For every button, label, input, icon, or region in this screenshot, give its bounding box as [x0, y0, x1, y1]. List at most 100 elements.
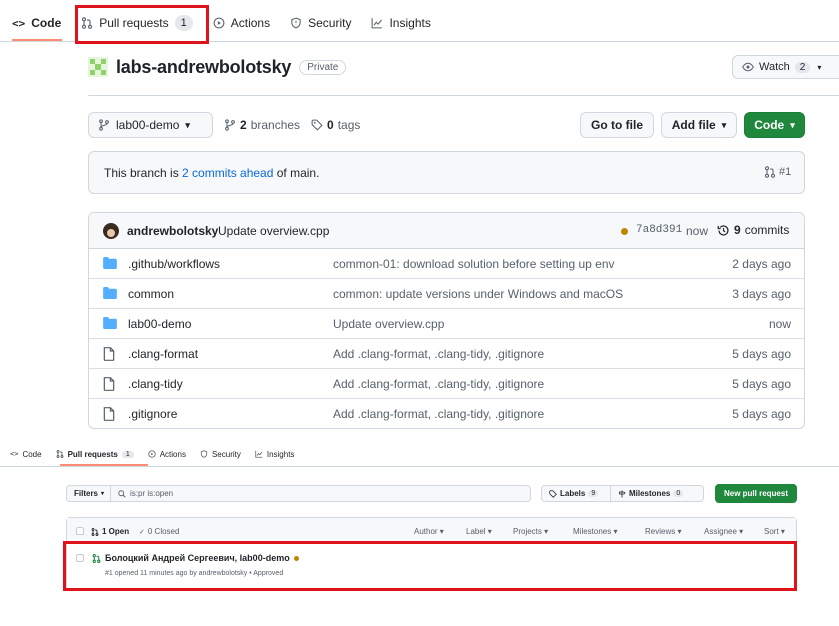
branch-name: lab00-demo	[116, 118, 180, 132]
chevron-down-icon: ▾	[817, 62, 822, 72]
filters-button[interactable]: Filters ▾	[66, 485, 111, 502]
play-icon	[148, 450, 156, 458]
shield-icon	[290, 17, 302, 29]
code-icon: <>	[12, 16, 26, 30]
add-file-button[interactable]: Add file ▾	[661, 112, 737, 138]
file-commit-message[interactable]: Add .clang-format, .clang-tidy, .gitigno…	[333, 407, 544, 421]
file-icon	[103, 377, 115, 391]
file-commit-message[interactable]: common-01: download solution before sett…	[333, 257, 615, 271]
tag-icon	[311, 119, 323, 131]
branch-select-button[interactable]: lab00-demo ▾	[88, 112, 213, 138]
file-commit-message[interactable]: Add .clang-format, .clang-tidy, .gitigno…	[333, 377, 544, 391]
file-icon	[103, 347, 115, 361]
add-file-label: Add file	[671, 118, 716, 132]
milestones-button[interactable]: Milestones 0	[611, 485, 704, 502]
file-row[interactable]: .clang-tidy Add .clang-format, .clang-ti…	[89, 369, 804, 399]
label-filter[interactable]: Label ▾	[466, 527, 492, 536]
tab-code[interactable]: <> Code	[0, 450, 49, 459]
file-commit-message[interactable]: Add .clang-format, .clang-tidy, .gitigno…	[333, 347, 544, 361]
file-commit-message[interactable]: common: update versions under Windows an…	[333, 287, 623, 301]
file-browser: andrewbolotsky Update overview.cpp 7a8d3…	[88, 212, 805, 429]
go-to-file-button[interactable]: Go to file	[580, 112, 654, 138]
tab-insights[interactable]: Insights	[248, 450, 302, 459]
chevron-down-icon: ▾	[721, 119, 727, 130]
tab-insights[interactable]: Insights	[361, 6, 440, 40]
commits-count: 9	[734, 223, 741, 237]
pending-status-dot[interactable]	[621, 228, 628, 235]
shield-icon	[200, 450, 208, 458]
projects-filter[interactable]: Projects ▾	[513, 527, 548, 536]
file-icon	[103, 407, 115, 421]
tab-actions[interactable]: Actions	[203, 6, 280, 40]
tab-label: Code	[31, 16, 62, 30]
file-row[interactable]: common common: update versions under Win…	[89, 279, 804, 309]
tab-actions[interactable]: Actions	[141, 450, 193, 459]
file-row[interactable]: .gitignore Add .clang-format, .clang-tid…	[89, 399, 804, 428]
branches-link[interactable]: 2 branches	[224, 118, 300, 132]
file-name[interactable]: .clang-tidy	[128, 377, 183, 391]
commit-sha[interactable]: 7a8d391	[636, 224, 682, 236]
git-pull-request-icon	[764, 166, 776, 178]
file-name[interactable]: .github/workflows	[128, 257, 220, 271]
tab-label: Actions	[230, 16, 271, 30]
pr-number: #1	[779, 166, 792, 178]
tab-security[interactable]: Security	[280, 6, 361, 40]
git-branch-icon	[224, 119, 236, 131]
select-all-checkbox[interactable]	[76, 527, 84, 535]
filter-label: Label	[466, 527, 486, 536]
highlight-box-pull-requests-tab	[75, 5, 209, 44]
highlight-box-pull-request	[63, 541, 797, 591]
repo-header: labs-andrewbolotsky Private	[88, 53, 347, 81]
file-row[interactable]: lab00-demo Update overview.cpp now	[89, 309, 804, 339]
file-name[interactable]: .gitignore	[128, 407, 177, 421]
closed-filter[interactable]: ✓ 0 Closed	[139, 527, 179, 536]
milestones-filter[interactable]: Milestones ▾	[573, 527, 618, 536]
labels-label: Labels	[560, 489, 586, 498]
code-button-label: Code	[754, 118, 785, 132]
new-pull-request-button[interactable]: New pull request	[715, 484, 797, 503]
branches-label: branches	[250, 118, 301, 132]
file-name[interactable]: common	[128, 287, 174, 301]
commits-link[interactable]: 9 commits	[717, 223, 789, 237]
file-row[interactable]: .github/workflows common-01: download so…	[89, 249, 804, 279]
tab-pull-requests[interactable]: Pull requests 1	[49, 450, 141, 459]
status-prefix: This branch is	[104, 166, 183, 180]
branch-pr-link[interactable]: #1	[764, 166, 791, 178]
filter-label: Assignee	[704, 527, 737, 536]
sort-filter[interactable]: Sort ▾	[764, 527, 785, 536]
avatar[interactable]	[103, 223, 119, 239]
tags-count: 0	[327, 118, 334, 132]
file-name[interactable]: lab00-demo	[128, 317, 191, 331]
file-name-text: .github/workflows	[128, 257, 221, 271]
status-suffix: of main.	[273, 166, 320, 180]
assignee-filter[interactable]: Assignee ▾	[704, 527, 743, 536]
tab-label: Pull requests	[67, 449, 118, 459]
filter-label: Author	[414, 527, 438, 536]
labels-button[interactable]: Labels 9	[541, 485, 611, 502]
tab-security[interactable]: Security	[193, 450, 248, 459]
milestones-count: 0	[673, 490, 684, 497]
file-age: 5 days ago	[732, 377, 791, 391]
code-button[interactable]: Code ▾	[744, 112, 805, 138]
branches-count: 2	[240, 118, 247, 132]
open-filter[interactable]: 1 Open	[91, 527, 129, 536]
pr-nav-tabs: <> Code Pull requests 1 Actions Security…	[0, 444, 301, 464]
author-filter[interactable]: Author ▾	[414, 527, 444, 536]
tab-code[interactable]: <> Code	[0, 6, 71, 40]
file-age: 5 days ago	[732, 347, 791, 361]
git-branch-icon	[98, 119, 110, 131]
file-commit-message[interactable]: Update overview.cpp	[333, 317, 444, 331]
tags-link[interactable]: 0 tags	[311, 118, 360, 132]
play-icon	[213, 17, 225, 29]
search-input[interactable]: is:pr is:open	[110, 485, 531, 502]
file-name[interactable]: .clang-format	[128, 347, 198, 361]
file-row[interactable]: .clang-format Add .clang-format, .clang-…	[89, 339, 804, 369]
graph-icon	[255, 450, 263, 458]
watch-count: 2	[794, 61, 811, 73]
repo-name[interactable]: labs-andrewbolotsky	[116, 57, 291, 78]
commit-author[interactable]: andrewbolotsky	[127, 224, 218, 238]
watch-button[interactable]: Watch 2 ▾	[732, 55, 839, 79]
reviews-filter[interactable]: Reviews ▾	[645, 527, 681, 536]
commit-message[interactable]: Update overview.cpp	[218, 224, 329, 238]
commits-ahead-link[interactable]: 2 commits ahead	[182, 166, 273, 180]
